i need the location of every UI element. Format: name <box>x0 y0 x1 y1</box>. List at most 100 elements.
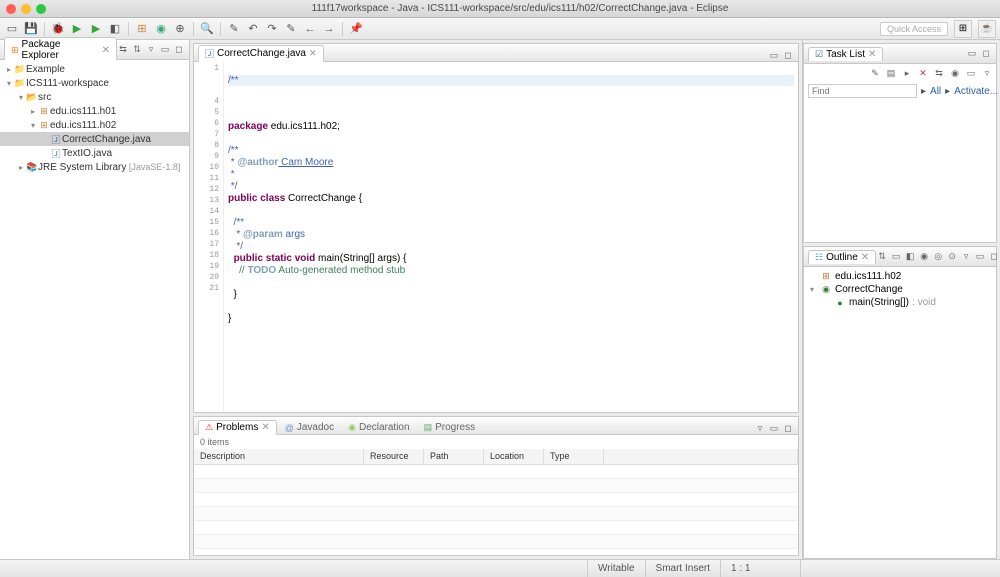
minimize-view-icon[interactable]: ▭ <box>768 422 780 434</box>
task-find-input[interactable] <box>808 84 917 98</box>
tree-project-workspace[interactable]: ▾📁ICS111-workspace <box>0 76 189 90</box>
maximize-editor-icon[interactable]: ◻ <box>782 49 794 61</box>
tree-package-h02[interactable]: ▾⊞edu.ics111.h02 <box>0 118 189 132</box>
minimize-view-icon[interactable]: ▭ <box>974 251 986 263</box>
new-class-icon[interactable]: ◉ <box>153 21 169 37</box>
minimize-editor-icon[interactable]: ▭ <box>768 49 780 61</box>
editor-body[interactable]: 1456789101112131415161718192021 /** pack… <box>194 62 798 412</box>
collapse-icon[interactable]: ⇆ <box>932 66 946 80</box>
tree-file-correctchange[interactable]: 🄹CorrectChange.java <box>0 132 189 146</box>
minimize-window-icon[interactable] <box>21 4 31 14</box>
focus-icon[interactable]: ◉ <box>948 66 962 80</box>
pin-icon[interactable]: 📌 <box>348 21 364 37</box>
maximize-view-icon[interactable]: ◻ <box>988 251 1000 263</box>
col-description[interactable]: Description <box>194 449 364 464</box>
link-editor-icon[interactable]: ⇅ <box>131 44 143 56</box>
tab-declaration[interactable]: ◉Declaration <box>342 421 415 434</box>
categorize-icon[interactable]: ▤ <box>884 66 898 80</box>
sort-icon[interactable]: ⇅ <box>876 251 888 263</box>
tree-jre-library[interactable]: ▸📚JRE System Library [JavaSE-1.8] <box>0 160 189 174</box>
annotation-prev-icon[interactable]: ↶ <box>245 21 261 37</box>
minimize-view-icon[interactable]: ▭ <box>966 48 978 60</box>
tab-problems[interactable]: ⚠Problems✕ <box>198 420 277 435</box>
maximize-window-icon[interactable] <box>36 4 46 14</box>
status-cursor-position: 1 : 1 <box>720 560 800 577</box>
outline-package[interactable]: ⊞edu.ics111.h02 <box>807 270 993 283</box>
package-explorer-tab[interactable]: ⊞ Package Explorer ✕ <box>4 37 117 62</box>
task-list-tab[interactable]: ☑ Task List ✕ <box>808 47 883 61</box>
close-window-icon[interactable] <box>6 4 16 14</box>
outline-class[interactable]: ▾◉CorrectChange <box>807 283 993 296</box>
outline-method-main[interactable]: ●main(String[]) : void <box>807 296 993 309</box>
tab-javadoc[interactable]: @Javadoc <box>279 421 340 434</box>
java-perspective-icon[interactable]: ☕ <box>978 20 996 38</box>
package-explorer-tree[interactable]: ▸📁Example ▾📁ICS111-workspace ▾📂src ▸⊞edu… <box>0 60 189 559</box>
maximize-view-icon[interactable]: ◻ <box>173 44 185 56</box>
close-tab-icon[interactable]: ✕ <box>309 48 317 59</box>
run-last-icon[interactable]: ▶ <box>88 21 104 37</box>
close-tab-icon[interactable]: ✕ <box>261 422 269 433</box>
new-package-icon[interactable]: ⊞ <box>134 21 150 37</box>
new-icon[interactable]: ▭ <box>4 21 20 37</box>
last-edit-icon[interactable]: ✎ <box>283 21 299 37</box>
back-icon[interactable]: ← <box>302 21 318 37</box>
task-list-icon: ☑ <box>815 49 823 60</box>
forward-icon[interactable]: → <box>321 21 337 37</box>
open-type-icon[interactable]: ⊕ <box>172 21 188 37</box>
problems-table[interactable]: Description Resource Path Location Type <box>194 449 798 555</box>
code-text: CorrectChange { <box>285 193 362 204</box>
editor-tab-correctchange[interactable]: 🄹 CorrectChange.java ✕ <box>198 45 324 62</box>
synchronize-icon[interactable]: ✕ <box>916 66 930 80</box>
java-file-icon: 🄹 <box>205 47 214 60</box>
tree-src-folder[interactable]: ▾📂src <box>0 90 189 104</box>
coverage-icon[interactable]: ◧ <box>107 21 123 37</box>
code-area[interactable]: /** package edu.ics111.h02; /** * @autho… <box>224 62 798 412</box>
maximize-view-icon[interactable]: ◻ <box>782 422 794 434</box>
minimize-view-icon[interactable]: ▭ <box>159 44 171 56</box>
maximize-view-icon[interactable]: ◻ <box>980 48 992 60</box>
task-all-link[interactable]: All <box>930 86 941 97</box>
quick-access-input[interactable]: Quick Access <box>880 22 948 36</box>
hide-local-icon[interactable]: ◎ <box>932 251 944 263</box>
view-menu-icon[interactable]: ▿ <box>145 44 157 56</box>
collapse-all-icon[interactable]: ⇆ <box>117 44 129 56</box>
close-tab-icon[interactable]: ✕ <box>868 49 876 60</box>
tree-file-textio[interactable]: 🄹TextIO.java <box>0 146 189 160</box>
bottom-tabbar: ⚠Problems✕ @Javadoc ◉Declaration ▤Progre… <box>194 417 798 435</box>
task-list-body[interactable] <box>804 100 996 242</box>
tree-package-h01[interactable]: ▸⊞edu.ics111.h01 <box>0 104 189 118</box>
hide-static-icon[interactable]: ◧ <box>904 251 916 263</box>
run-icon[interactable]: ▶ <box>69 21 85 37</box>
close-tab-icon[interactable]: ✕ <box>861 252 869 263</box>
new-task-icon[interactable]: ✎ <box>868 66 882 80</box>
view-menu-icon[interactable]: ▿ <box>980 66 994 80</box>
save-icon[interactable]: 💾 <box>23 21 39 37</box>
close-tab-icon[interactable]: ✕ <box>102 45 110 56</box>
hide-fields-icon[interactable]: ▭ <box>890 251 902 263</box>
annotation-next-icon[interactable]: ↷ <box>264 21 280 37</box>
debug-icon[interactable]: 🐞 <box>50 21 66 37</box>
schedule-icon[interactable]: ▸ <box>900 66 914 80</box>
col-type[interactable]: Type <box>544 449 604 464</box>
code-text: main(String[] args) { <box>315 253 406 264</box>
code-text: } <box>228 289 237 300</box>
search-icon[interactable]: 🔍 <box>199 21 215 37</box>
tree-project-example[interactable]: ▸📁Example <box>0 62 189 76</box>
col-resource[interactable]: Resource <box>364 449 424 464</box>
tab-progress[interactable]: ▤Progress <box>418 421 482 434</box>
tree-label: CorrectChange.java <box>62 134 151 145</box>
task-list-title: Task List <box>826 49 865 60</box>
col-path[interactable]: Path <box>424 449 484 464</box>
outline-tree[interactable]: ⊞edu.ics111.h02 ▾◉CorrectChange ●main(St… <box>804 267 996 558</box>
hide-icon[interactable]: ▭ <box>964 66 978 80</box>
col-location[interactable]: Location <box>484 449 544 464</box>
focus-icon[interactable]: ⊙ <box>946 251 958 263</box>
outline-header: ☷ Outline ✕ ⇅ ▭ ◧ ◉ ◎ ⊙ ▿ ▭ ◻ <box>804 247 996 267</box>
open-perspective-icon[interactable]: ⊞ <box>954 20 972 38</box>
view-menu-icon[interactable]: ▿ <box>960 251 972 263</box>
view-menu-icon[interactable]: ▿ <box>754 422 766 434</box>
task-activate-link[interactable]: Activate... <box>954 86 998 97</box>
outline-tab[interactable]: ☷ Outline ✕ <box>808 250 876 264</box>
toggle-mark-icon[interactable]: ✎ <box>226 21 242 37</box>
hide-nonpublic-icon[interactable]: ◉ <box>918 251 930 263</box>
